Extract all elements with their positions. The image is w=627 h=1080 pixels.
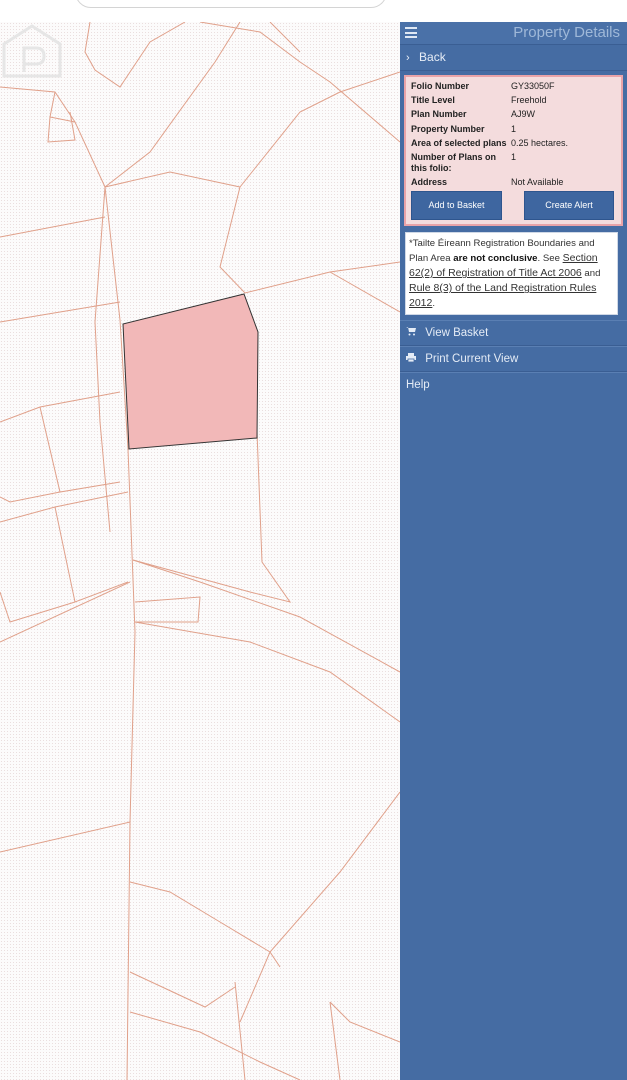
watermark-logo-icon — [2, 24, 62, 78]
detail-row: Folio Number GY33050F — [411, 81, 616, 92]
detail-label: Area of selected plans — [411, 137, 507, 148]
boundary-line — [0, 821, 131, 853]
boundary-line — [132, 431, 292, 603]
disclaimer-note: *Tailte Éireann Registration Boundaries … — [405, 232, 618, 316]
boundary-line — [39, 406, 121, 493]
detail-value: 1 — [511, 151, 517, 162]
boundary-line — [84, 22, 186, 88]
boundary-line — [329, 1001, 400, 1043]
detail-value: GY33050F — [511, 81, 555, 91]
action-buttons: Add to Basket Create Alert — [411, 191, 616, 221]
boundary-line — [129, 881, 271, 953]
add-to-basket-button[interactable]: Add to Basket — [411, 191, 502, 221]
chevron-right-icon: › — [406, 52, 410, 64]
disclaimer-bold: are not conclusive — [453, 253, 538, 265]
view-basket-label: View Basket — [425, 327, 489, 340]
boundary-line — [239, 791, 400, 1023]
boundary-line — [329, 271, 400, 313]
print-view-label: Print Current View — [425, 353, 519, 366]
detail-value: AJ9W — [511, 109, 536, 120]
disclaimer-and: and — [581, 268, 601, 280]
boundary-line — [94, 186, 111, 533]
panel-header: Property Details — [400, 22, 627, 45]
parcel-boundaries — [0, 22, 400, 1080]
boundary-line — [104, 186, 121, 321]
boundary-line — [234, 981, 246, 1080]
view-basket-menu-item[interactable]: View Basket — [400, 320, 627, 347]
help-label: Help — [406, 379, 430, 392]
boundary-line — [269, 951, 281, 968]
boundary-line — [134, 596, 201, 623]
map-canvas[interactable] — [0, 22, 400, 1080]
disclaimer-end: . — [432, 298, 436, 310]
detail-value: Freehold — [511, 95, 547, 106]
back-button[interactable]: › Back — [400, 45, 627, 71]
print-view-menu-item[interactable]: Print Current View — [400, 346, 627, 373]
disclaimer-see: . See — [537, 253, 563, 265]
boundary-line — [329, 1001, 341, 1080]
detail-row: Area of selected plans 0.25 hectares. — [411, 138, 616, 149]
detail-label: Address — [411, 177, 448, 188]
panel-title: Property Details — [513, 24, 620, 41]
boundary-line — [0, 391, 121, 423]
create-alert-button[interactable]: Create Alert — [524, 191, 614, 221]
property-details-panel: Property Details › Back Folio Number GY3… — [400, 22, 627, 1080]
detail-row: Plan Number AJ9W — [411, 109, 616, 120]
boundary-line — [269, 22, 301, 53]
boundary-line — [129, 971, 236, 1008]
detail-value: 0.25 hectares. — [511, 137, 569, 148]
detail-label: Plan Number — [411, 109, 467, 120]
detail-row: Title Level Freehold — [411, 95, 616, 106]
cart-icon — [406, 322, 422, 346]
boundary-line — [0, 491, 61, 503]
property-details-card: Folio Number GY33050F Title Level Freeho… — [404, 75, 623, 227]
boundary-line — [0, 301, 121, 323]
detail-value: 1 — [511, 123, 517, 134]
selected-parcel[interactable] — [122, 293, 259, 450]
hamburger-icon[interactable] — [405, 27, 417, 38]
printer-icon — [406, 348, 422, 372]
detail-label: Title Level — [411, 95, 455, 106]
search-bar-edge[interactable] — [75, 0, 387, 8]
help-menu-item[interactable]: Help — [400, 372, 627, 397]
boundary-line — [47, 111, 76, 143]
boundary-line — [129, 1011, 301, 1080]
boundary-line — [104, 22, 241, 188]
detail-row: Address Not Available — [411, 177, 616, 188]
boundary-line — [219, 186, 400, 294]
detail-row: Number of Plans on this folio: 1 — [411, 152, 616, 174]
boundary-line — [0, 591, 76, 623]
back-label: Back — [419, 50, 446, 64]
boundary-line — [134, 621, 400, 723]
boundary-line — [0, 581, 131, 643]
detail-label: Property Number — [411, 123, 485, 134]
boundary-line — [239, 71, 400, 188]
boundary-line — [0, 216, 106, 238]
detail-label: Folio Number — [411, 81, 469, 91]
rule-8-link[interactable]: Rule 8(3) of the Land Registration Rules… — [409, 282, 596, 309]
boundary-line — [104, 171, 241, 188]
detail-row: Property Number 1 — [411, 124, 616, 135]
detail-label: Number of Plans on this folio: — [411, 151, 497, 173]
detail-value: Not Available — [511, 177, 564, 188]
boundary-line — [132, 559, 400, 673]
